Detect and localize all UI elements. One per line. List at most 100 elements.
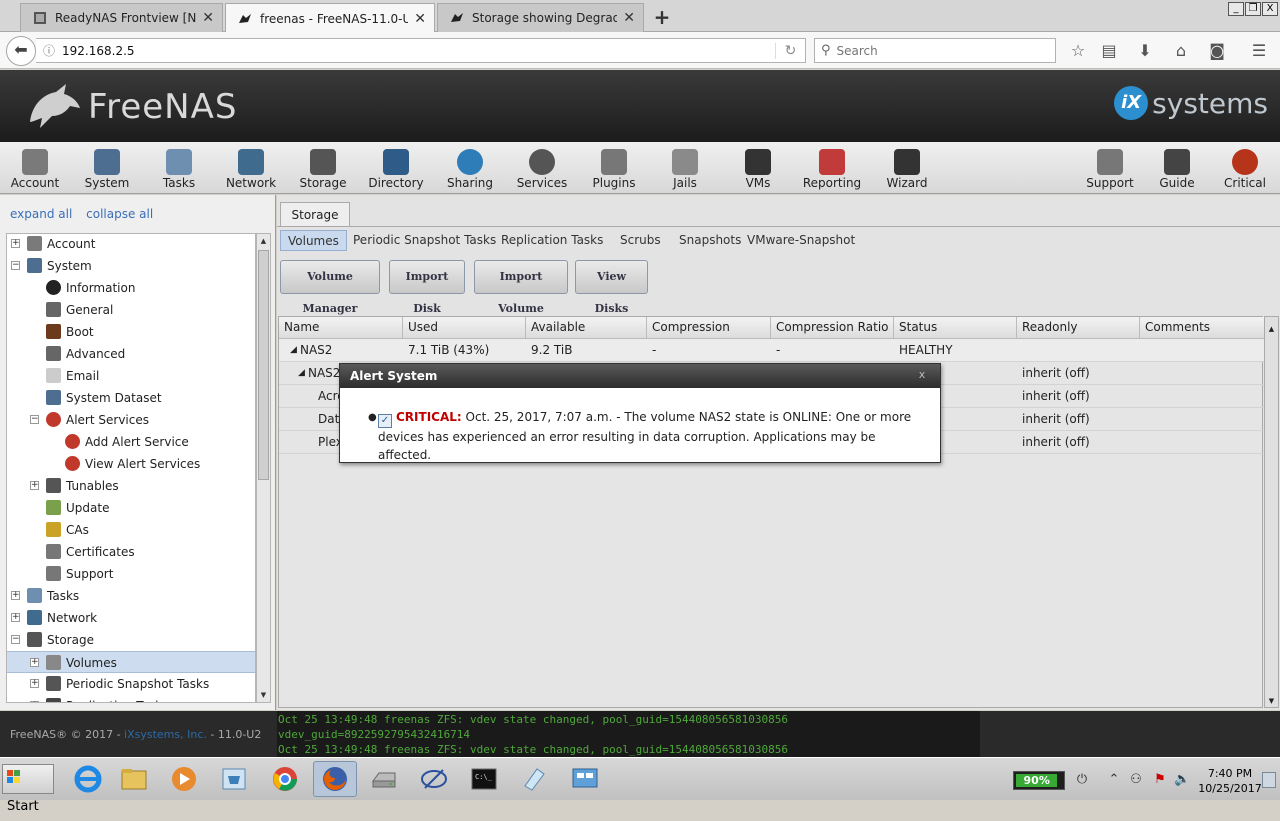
- bookmark-star-icon[interactable]: ☆: [1067, 40, 1089, 62]
- toolbar-tasks[interactable]: Tasks: [150, 146, 208, 192]
- expand-icon[interactable]: +: [30, 481, 39, 490]
- tree-item-periodic-snapshot-tasks[interactable]: + Periodic Snapshot Tasks: [7, 673, 255, 695]
- subtab-snapshots[interactable]: Snapshots: [672, 230, 748, 251]
- column-header-status[interactable]: Status: [894, 317, 1017, 339]
- notepad-icon[interactable]: [512, 761, 556, 797]
- column-header-used[interactable]: Used: [403, 317, 526, 339]
- show-desktop-icon[interactable]: [1262, 772, 1276, 788]
- tree-item-cas[interactable]: CAs: [7, 519, 255, 541]
- tree-item-boot[interactable]: Boot: [7, 321, 255, 343]
- expand-icon[interactable]: +: [11, 613, 20, 622]
- control-panel-icon[interactable]: [563, 761, 607, 797]
- toolbar-account[interactable]: Account: [6, 146, 64, 192]
- tab-storage-degraded[interactable]: Storage showing Degraded | ... ✕: [437, 3, 644, 32]
- subtab-replication-tasks[interactable]: Replication Tasks: [494, 230, 610, 251]
- dialog-title[interactable]: Alert System: [340, 364, 940, 388]
- network-tool-icon[interactable]: [412, 761, 456, 797]
- tree-item-replication-tasks[interactable]: + Replication Tasks: [7, 695, 255, 702]
- tree-item-system[interactable]: − System: [7, 255, 255, 277]
- taskbar-clock[interactable]: 7:40 PM 10/25/2017: [1197, 766, 1263, 796]
- battery-indicator[interactable]: 90%: [1013, 771, 1065, 790]
- toolbar-support[interactable]: Support: [1080, 146, 1140, 192]
- close-icon[interactable]: ✕: [623, 10, 635, 26]
- freenas-logo[interactable]: FreeNAS: [26, 82, 237, 132]
- expand-icon[interactable]: +: [30, 658, 39, 667]
- terminal-icon[interactable]: C:\_: [462, 761, 506, 797]
- alert-dismiss-checkbox[interactable]: ✓: [378, 414, 392, 428]
- main-scrollbar[interactable]: ▲ ▼: [1264, 316, 1279, 708]
- toolbar-storage[interactable]: Storage: [294, 146, 352, 192]
- toolbar-reporting[interactable]: Reporting: [800, 146, 864, 192]
- download-icon[interactable]: ⬇: [1134, 40, 1156, 62]
- volume-manager-button[interactable]: Volume Manager: [280, 260, 380, 315]
- expand-all-link[interactable]: expand all: [10, 207, 72, 221]
- action-center-icon[interactable]: ⚑: [1152, 772, 1168, 788]
- back-button[interactable]: ⬅: [6, 36, 36, 66]
- ixsystems-logo[interactable]: iX systems: [1114, 86, 1268, 120]
- close-icon[interactable]: ✕: [414, 11, 426, 27]
- toolbar-services[interactable]: Services: [512, 146, 572, 192]
- url-text[interactable]: 192.168.2.5: [62, 44, 775, 58]
- collapse-all-link[interactable]: collapse all: [86, 207, 153, 221]
- collapse-icon[interactable]: −: [11, 635, 20, 644]
- tree-item-information[interactable]: Information: [7, 277, 255, 299]
- pocket-icon[interactable]: ◙: [1206, 40, 1228, 62]
- subtab-volumes[interactable]: Volumes: [280, 230, 347, 251]
- subtab-scrubs[interactable]: Scrubs: [613, 230, 668, 251]
- tree-item-advanced[interactable]: Advanced: [7, 343, 255, 365]
- view-disks-button[interactable]: View Disks: [575, 260, 648, 315]
- import-disk-button[interactable]: Import Disk: [389, 260, 465, 315]
- import-volume-button[interactable]: Import Volume: [474, 260, 568, 315]
- menu-icon[interactable]: ☰: [1248, 40, 1270, 62]
- internet-explorer-icon[interactable]: [66, 761, 110, 797]
- drive-icon[interactable]: [362, 761, 406, 797]
- column-header-available[interactable]: Available: [526, 317, 647, 339]
- subtab-periodic-snapshot-tasks[interactable]: Periodic Snapshot Tasks: [346, 230, 503, 251]
- dialog-close-button[interactable]: x: [916, 369, 928, 381]
- ixsystems-link[interactable]: iXsystems, Inc.: [124, 728, 207, 741]
- scroll-down-icon[interactable]: ▼: [258, 689, 269, 701]
- info-icon[interactable]: ⓘ: [36, 42, 62, 59]
- search-bar[interactable]: ⚲: [814, 38, 1056, 63]
- media-player-icon[interactable]: [162, 761, 206, 797]
- expand-icon[interactable]: +: [11, 239, 20, 248]
- toolbar-system[interactable]: System: [78, 146, 136, 192]
- column-header-readonly[interactable]: Readonly: [1017, 317, 1140, 339]
- maximize-button[interactable]: ❐: [1245, 2, 1261, 16]
- tree-item-tunables[interactable]: + Tunables: [7, 475, 255, 497]
- power-plug-icon[interactable]: ⏻: [1074, 772, 1090, 788]
- column-header-compression[interactable]: Compression: [647, 317, 771, 339]
- tab-freenas[interactable]: freenas - FreeNAS-11.0-U2 (... ✕: [225, 3, 435, 33]
- column-header-name[interactable]: Name: [279, 317, 403, 339]
- toolbar-directory[interactable]: Directory: [366, 146, 426, 192]
- toolbar-wizard[interactable]: Wizard: [878, 146, 936, 192]
- network-status-icon[interactable]: ⚇: [1128, 772, 1144, 788]
- tree-item-volumes[interactable]: + Volumes: [7, 651, 255, 673]
- chrome-icon[interactable]: [263, 761, 307, 797]
- expand-icon[interactable]: +: [11, 591, 20, 600]
- tree-item-account[interactable]: + Account: [7, 234, 255, 255]
- app-store-icon[interactable]: [212, 761, 256, 797]
- collapse-icon[interactable]: −: [30, 415, 39, 424]
- tree-item-network[interactable]: + Network: [7, 607, 255, 629]
- tab-readynas[interactable]: ReadyNAS Frontview [NAS1] ✕: [20, 3, 223, 32]
- toolbar-sharing[interactable]: Sharing: [440, 146, 500, 192]
- tree-item-storage[interactable]: − Storage: [7, 629, 255, 651]
- tree-item-view-alert-services[interactable]: View Alert Services: [7, 453, 255, 475]
- subtab-vmware-snapshot[interactable]: VMware-Snapshot: [740, 230, 862, 251]
- toolbar-network[interactable]: Network: [221, 146, 281, 192]
- tree-item-certificates[interactable]: Certificates: [7, 541, 255, 563]
- new-tab-button[interactable]: +: [650, 5, 674, 29]
- scroll-down-icon[interactable]: ▼: [1266, 697, 1277, 705]
- close-icon[interactable]: ✕: [202, 10, 214, 26]
- scroll-up-icon[interactable]: ▲: [1266, 325, 1277, 333]
- minimize-button[interactable]: _: [1228, 2, 1244, 16]
- collapse-icon[interactable]: −: [11, 261, 20, 270]
- url-bar[interactable]: ⓘ 192.168.2.5 ↻: [36, 38, 806, 63]
- tree-item-email[interactable]: Email: [7, 365, 255, 387]
- scroll-thumb[interactable]: [258, 250, 269, 480]
- column-header-compression-ratio[interactable]: Compression Ratio: [771, 317, 894, 339]
- tab-storage[interactable]: Storage: [280, 202, 350, 227]
- volume-icon[interactable]: 🔈: [1174, 772, 1190, 788]
- tree-item-add-alert-service[interactable]: Add Alert Service: [7, 431, 255, 453]
